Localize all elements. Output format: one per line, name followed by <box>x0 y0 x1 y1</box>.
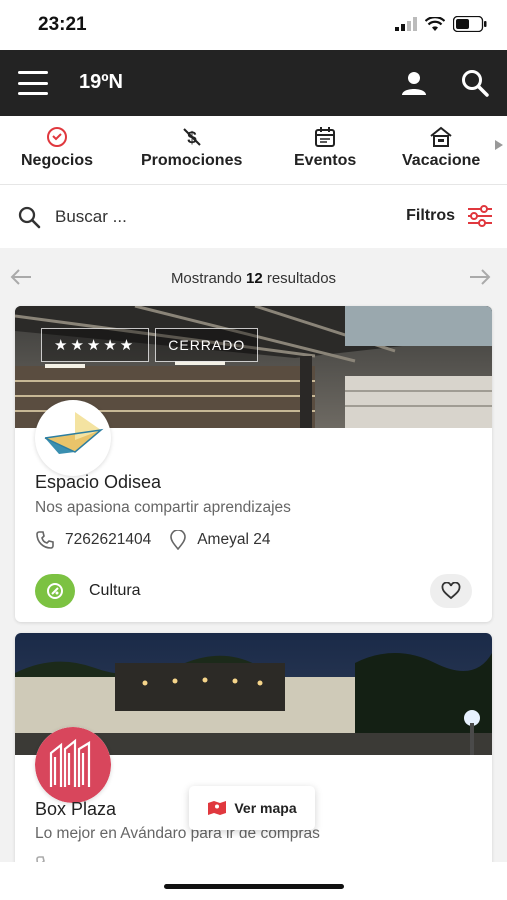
tab-label: Negocios <box>21 152 94 169</box>
phone-icon <box>36 531 54 549</box>
dollar-off-icon: $ <box>182 128 201 147</box>
contact-info: 7262621404 Ameyal 24 <box>35 530 288 550</box>
brand-title: 19ºN <box>79 71 123 93</box>
business-card[interactable]: ★★★★★ CERRADO Espacio Odisea Nos apasion… <box>15 306 492 622</box>
box-plaza-logo-icon <box>35 727 111 803</box>
business-logo <box>35 400 111 476</box>
battery-icon <box>453 16 487 32</box>
search-icon[interactable] <box>460 68 490 98</box>
location-pin-icon <box>170 530 187 550</box>
wifi-icon <box>425 16 445 31</box>
map-icon <box>208 801 227 815</box>
address: Ameyal 24 <box>197 531 271 548</box>
heart-badge-icon <box>47 127 67 147</box>
status-badge: CERRADO <box>155 328 259 362</box>
tab-label: Eventos <box>294 152 357 169</box>
signal-icon <box>395 17 417 31</box>
menu-icon[interactable] <box>18 71 48 95</box>
rating-stars: ★★★★★ <box>41 328 150 362</box>
home-indicator[interactable] <box>164 884 344 889</box>
badges: ★★★★★ CERRADO <box>41 328 259 362</box>
business-name: Espacio Odisea <box>35 472 162 492</box>
tab-eventos[interactable]: Eventos <box>294 126 356 170</box>
tab-label: Promociones <box>141 152 243 169</box>
results-count: 12 <box>245 270 263 287</box>
business-tagline: Nos apasiona compartir aprendizajes <box>35 499 291 516</box>
chevron-right-icon[interactable] <box>495 140 503 150</box>
heart-icon <box>441 582 461 600</box>
calendar-icon <box>315 127 336 147</box>
app-header: 19ºN <box>0 50 507 116</box>
user-icon[interactable] <box>400 69 428 97</box>
bottom-bar <box>0 862 507 900</box>
filters-button[interactable]: Filtros <box>406 205 493 227</box>
business-logo <box>35 727 111 803</box>
tab-vacaciones[interactable]: Vacacione <box>402 126 480 170</box>
search-input[interactable]: Buscar ... <box>55 207 127 227</box>
sliders-icon <box>468 205 492 227</box>
category-label: Cultura <box>89 582 141 599</box>
status-bar: 23:21 <box>0 0 507 50</box>
tab-label: Vacacione <box>402 152 481 169</box>
favorite-button[interactable] <box>430 574 472 608</box>
results-count-text: Mostrando 12 resultados <box>170 270 337 287</box>
search-icon <box>18 206 41 229</box>
view-map-label: Ver mapa <box>234 800 297 816</box>
house-icon <box>430 126 452 147</box>
search-bar: Buscar ... Filtros <box>0 184 507 248</box>
status-icons <box>395 16 487 32</box>
paper-boat-icon <box>44 412 104 454</box>
category-tabs: Negocios $ Promociones Eventos Vacacione <box>0 116 507 184</box>
culture-icon <box>35 574 75 608</box>
business-name: Box Plaza <box>35 799 117 819</box>
business-card[interactable]: Box Plaza Lo mejor en Avándaro para ir d… <box>15 633 492 873</box>
phone-number[interactable]: 7262621404 <box>65 531 151 549</box>
arrow-right-icon[interactable] <box>469 268 491 286</box>
tab-negocios[interactable]: Negocios <box>21 126 93 170</box>
status-time: 23:21 <box>38 14 87 35</box>
category-chip: Cultura <box>35 574 141 608</box>
tab-promociones[interactable]: $ Promociones <box>141 126 242 170</box>
results-pagination: Mostrando 12 resultados <box>0 262 507 296</box>
filters-label: Filtros <box>406 207 455 224</box>
view-map-button[interactable]: Ver mapa <box>189 786 315 830</box>
